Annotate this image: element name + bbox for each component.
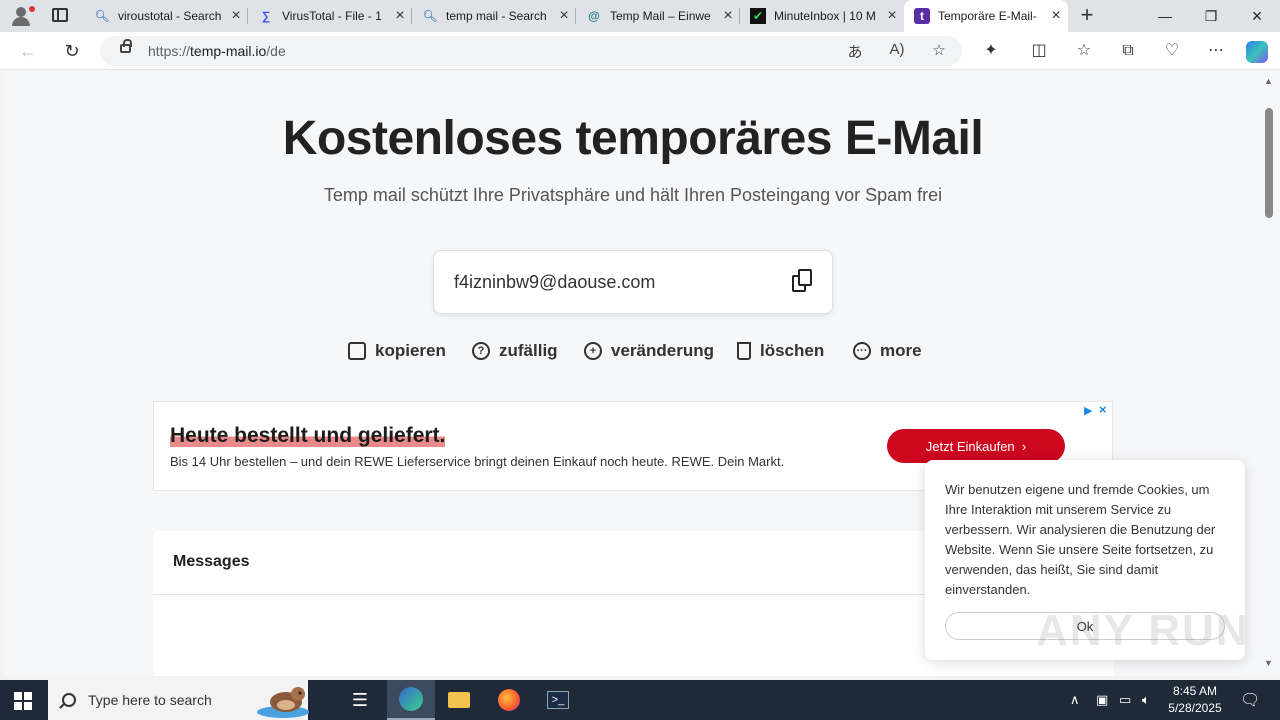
close-tab-icon[interactable]: × [716,7,740,25]
search-icon: 🔍︎ [94,9,110,23]
tab-title: MinuteInbox | 10 M [774,9,876,23]
windows-start-icon[interactable] [14,692,32,710]
tab-title: VirusTotal - File - 1 [282,9,382,23]
minimize-button[interactable]: — [1142,0,1188,32]
back-button[interactable]: ← [16,40,40,62]
trash-icon [737,342,751,360]
new-tab-button[interactable]: + [1076,4,1098,28]
tab-0[interactable]: 🔍︎ viroustotal - Search × [84,0,248,32]
tempmail-icon: t [914,8,930,24]
random-label: zufällig [499,341,558,360]
tab-title: Temporäre E-Mail- [938,9,1037,23]
tab-3[interactable]: @ Temp Mail – Einwe × [576,0,740,32]
tab-title: viroustotal - Search [118,9,222,23]
close-tab-icon[interactable]: × [552,7,576,25]
scroll-down-icon[interactable]: ▼ [1264,658,1273,668]
more-label: more [880,341,922,360]
scroll-up-icon[interactable]: ▲ [1264,76,1273,86]
edge-taskbar-icon[interactable] [387,680,435,720]
ad-headline[interactable]: Heute bestellt und geliefert. [170,424,446,448]
copy-icon[interactable] [790,269,814,295]
close-tab-icon[interactable]: × [880,7,904,25]
copy-button[interactable]: kopieren [348,339,446,363]
close-tab-icon[interactable]: × [388,7,412,25]
search-icon: 🔍︎ [422,9,438,23]
plus-circle-icon: + [584,342,602,360]
tab-strip: 🔍︎ viroustotal - Search × ∑ VirusTotal -… [0,0,1280,32]
change-label: veränderung [611,341,714,360]
more-button[interactable]: ··· more [853,339,922,363]
tab-actions-icon[interactable] [52,8,68,22]
at-icon: @ [588,9,600,23]
navigation-bar: ← ↻ https://temp-mail.io/de あ A) ☆ ✦ ◫ ☆… [0,32,1280,70]
extensions-icon[interactable]: ✦ [979,40,1003,62]
delete-button[interactable]: löschen [737,339,824,363]
split-screen-icon[interactable]: ◫ [1027,40,1051,62]
page-subtitle: Temp mail schützt Ihre Privatsphäre und … [323,185,943,205]
clock-date: 5/28/2025 [1168,701,1222,715]
scrollbar-thumb[interactable] [1265,108,1273,218]
lock-icon[interactable] [120,39,132,53]
email-address[interactable]: f4izninbw9@daouse.com [454,272,655,293]
more-icon: ··· [853,342,871,360]
temp-email-field[interactable]: f4izninbw9@daouse.com [433,250,833,314]
delete-label: löschen [760,341,825,360]
notifications-icon[interactable]: 🗨︎ [1240,680,1260,720]
random-button[interactable]: ? zufällig [472,339,558,363]
address-bar[interactable]: https://temp-mail.io/de あ A) ☆ [100,36,962,66]
favorites-icon[interactable]: ☆ [1072,40,1096,62]
copy-icon [348,342,366,360]
collections-icon[interactable]: ⧉ [1116,40,1140,62]
tab-title: temp mail - Search [446,9,547,23]
adchoices-icon[interactable]: ▶ [1084,404,1092,417]
browser-essentials-icon[interactable]: ♡ [1160,40,1184,62]
tab-1[interactable]: ∑ VirusTotal - File - 1 × [248,0,412,32]
refresh-button[interactable]: ↻ [60,40,84,62]
tray-chevron-icon[interactable]: ∧ [1070,680,1080,720]
settings-more-icon[interactable]: ⋯ [1204,40,1228,62]
question-icon: ? [472,342,490,360]
otter-illustration-icon [257,687,309,718]
favorite-star-icon[interactable]: ☆ [928,41,950,61]
url-text[interactable]: https://temp-mail.io/de [148,43,286,59]
page-title: Kostenloses temporäres E-Mail [282,112,984,165]
clock-time: 8:45 AM [1172,684,1218,698]
file-explorer-icon[interactable] [435,680,483,720]
change-button[interactable]: + veränderung [584,339,714,363]
close-tab-icon[interactable]: × [224,7,248,25]
volume-icon[interactable]: 🔈︎ [1142,680,1150,720]
anyrun-watermark: ANY RUN [1036,606,1250,655]
search-icon [62,693,76,707]
translate-icon[interactable]: あ [844,41,866,61]
tab-4[interactable]: ✔ MinuteInbox | 10 M × [740,0,904,32]
task-view-icon[interactable]: ☰ [336,680,384,720]
system-clock[interactable]: 8:45 AM 5/28/2025 [1160,683,1230,717]
powershell-icon[interactable]: >_ [534,680,582,720]
device-icon[interactable]: ▣ [1096,680,1108,720]
tab-title: Temp Mail – Einwe [610,9,711,23]
copilot-icon[interactable] [1246,41,1268,63]
search-placeholder: Type here to search [88,692,212,708]
profile-icon[interactable] [6,4,38,28]
ad-text: Bis 14 Uhr bestellen – und dein REWE Lie… [170,454,785,469]
ad-cta-button[interactable]: Jetzt Einkaufen › [887,429,1065,463]
read-aloud-icon[interactable]: A) [886,41,908,61]
firefox-icon[interactable] [485,680,533,720]
tab-2[interactable]: 🔍︎ temp mail - Search × [412,0,576,32]
ad-close-icon[interactable]: × [1099,402,1107,417]
virustotal-icon: ∑ [261,9,271,23]
close-window-button[interactable]: × [1234,0,1280,32]
taskbar: Type here to search ☰ >_ ∧ ▣ ▭ 🔈︎ 8:45 A… [0,680,1280,720]
tab-5-active[interactable]: t Temporäre E-Mail- × [904,0,1068,32]
copy-label: kopieren [375,341,446,360]
close-tab-icon[interactable]: × [1044,7,1068,25]
minuteinbox-icon: ✔ [750,8,766,24]
cookie-text: Wir benutzen eigene und fremde Cookies, … [945,482,1216,597]
messages-header: Messages [173,553,250,570]
maximize-button[interactable]: ❐ [1188,0,1234,32]
network-icon[interactable]: ▭ [1119,680,1131,720]
